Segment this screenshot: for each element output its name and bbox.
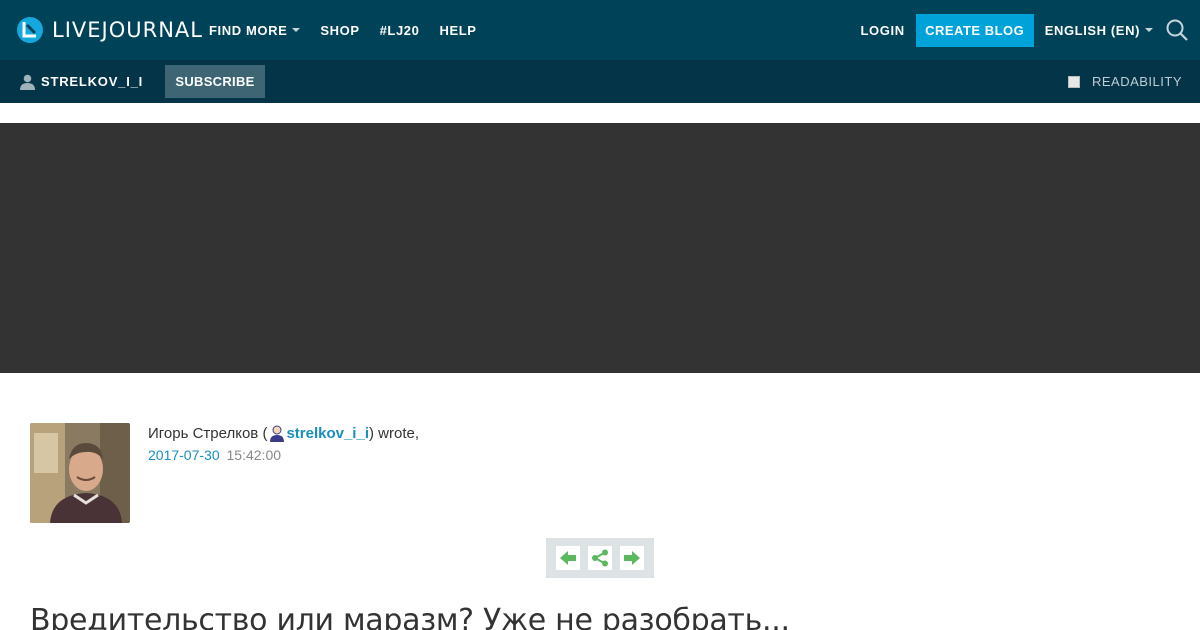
journal-user-link[interactable]: STRELKOV_I_I (20, 60, 143, 103)
entry-title: Вредительство или маразм? Уже не разобра… (30, 603, 790, 630)
language-label: ENGLISH (EN) (1044, 22, 1140, 38)
readability-label: READABILITY (1091, 74, 1182, 89)
subscribe-button[interactable]: SUBSCRIBE (165, 65, 265, 98)
entry-time: 15:42:00 (226, 447, 282, 463)
journal-bar: STRELKOV_I_I SUBSCRIBE READABILITY (0, 60, 1200, 103)
entry-date-line: 2017-07-30 15:42:00 (148, 447, 419, 463)
avatar-image (30, 423, 130, 523)
arrow-left-icon (560, 551, 576, 565)
journal-username: STRELKOV_I_I (41, 74, 144, 89)
header-actions: LOGIN CREATE BLOG ENGLISH (EN) (861, 0, 1200, 60)
top-header: LIVEJOURNAL FIND MORE SHOP #LJ20 HELP LO… (0, 0, 1200, 60)
author-username-link[interactable]: strelkov_i_i (286, 425, 369, 442)
login-link[interactable]: LOGIN (861, 23, 905, 38)
nav-lj20-label: #LJ20 (379, 22, 420, 38)
create-blog-button[interactable]: CREATE BLOG (915, 13, 1034, 47)
readability-checkbox[interactable] (1067, 75, 1080, 88)
user-icon (270, 425, 285, 442)
journal-banner (0, 123, 1200, 373)
entry-navigation (546, 538, 654, 578)
entry-meta: Игорь Стрелков ( strelkov_i_i ) wrote, 2… (148, 425, 419, 463)
wrote-suffix: ) wrote, (369, 425, 420, 442)
language-selector[interactable]: ENGLISH (EN) (1045, 23, 1153, 38)
previous-entry-button[interactable] (556, 546, 580, 570)
entry-date-link[interactable]: 2017-07-30 (148, 447, 220, 463)
nav-shop-label: SHOP (320, 22, 360, 38)
nav-find-more[interactable]: FIND MORE (209, 22, 301, 38)
nav-lj20[interactable]: #LJ20 (380, 23, 420, 38)
chevron-down-icon (1145, 28, 1153, 32)
logo-text: LIVEJOURNAL (52, 18, 203, 42)
nav-shop[interactable]: SHOP (320, 23, 359, 38)
avatar[interactable] (30, 423, 130, 523)
nav-help-label: HELP (439, 22, 477, 38)
search-icon[interactable] (1165, 18, 1189, 42)
nav-help[interactable]: HELP (439, 23, 476, 38)
chevron-down-icon (292, 28, 301, 32)
livejournal-logo-icon (17, 17, 43, 43)
share-icon (592, 549, 608, 567)
share-button[interactable] (588, 546, 612, 570)
nav-find-more-label: FIND MORE (209, 22, 288, 38)
author-name: Игорь Стрелков ( (148, 425, 268, 442)
next-entry-button[interactable] (620, 546, 644, 570)
arrow-right-icon (624, 551, 640, 565)
livejournal-logo[interactable]: LIVEJOURNAL (16, 15, 203, 45)
entry-author-line: Игорь Стрелков ( strelkov_i_i ) wrote, (148, 425, 419, 442)
readability-toggle[interactable]: READABILITY (1067, 60, 1182, 103)
user-icon (20, 74, 35, 90)
main-nav: FIND MORE SHOP #LJ20 HELP (209, 0, 497, 60)
